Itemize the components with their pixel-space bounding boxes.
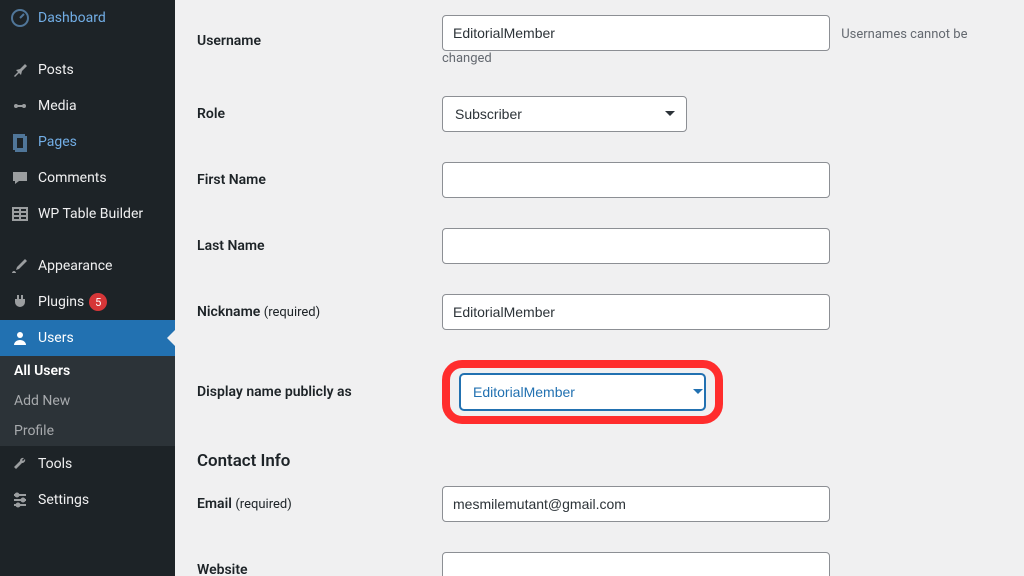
user-icon [10,328,30,348]
contact-info-heading: Contact Info [197,451,1002,471]
user-form-table: Username Usernames cannot be changed Rol… [197,0,1002,439]
menu-label: WP Table Builder [38,206,143,222]
plug-icon [10,292,30,312]
sliders-icon [10,490,30,510]
email-label: Email (required) [197,471,442,537]
first-name-input[interactable] [442,162,830,198]
website-label: Website [197,537,442,576]
website-input[interactable] [442,552,830,576]
menu-pages[interactable]: Pages [0,124,175,160]
menu-label: Media [38,98,77,114]
menu-label: Comments [38,170,107,186]
last-name-input[interactable] [442,228,830,264]
media-icon [10,96,30,116]
email-input[interactable] [442,486,830,522]
menu-media[interactable]: Media [0,88,175,124]
submenu-add-new[interactable]: Add New [0,386,175,416]
admin-sidebar: Dashboard Posts Media Pages Comments WP … [0,0,175,576]
pages-icon [10,132,30,152]
nickname-input[interactable] [442,294,830,330]
username-input [442,15,830,51]
last-name-label: Last Name [197,213,442,279]
menu-users[interactable]: Users [0,320,175,356]
users-submenu: All Users Add New Profile [0,356,175,446]
brush-icon [10,256,30,276]
menu-label: Tools [38,456,72,472]
pin-icon [10,60,30,80]
table-icon [10,204,30,224]
username-note: Usernames cannot be changed [442,27,967,66]
menu-comments[interactable]: Comments [0,160,175,196]
first-name-label: First Name [197,147,442,213]
role-select[interactable]: Subscriber [442,96,687,132]
display-name-label: Display name publicly as [197,345,442,439]
username-label: Username [197,0,442,81]
menu-label: Appearance [38,258,112,274]
menu-label: Settings [38,492,89,508]
dashboard-icon [10,8,30,28]
display-name-select[interactable]: EditorialMember [460,374,705,410]
menu-wp-table-builder[interactable]: WP Table Builder [0,196,175,232]
menu-label: Plugins [38,294,84,310]
display-name-highlight: EditorialMember [442,360,723,424]
plugin-update-badge: 5 [89,293,107,311]
menu-plugins[interactable]: Plugins 5 [0,284,175,320]
menu-settings[interactable]: Settings [0,482,175,518]
menu-posts[interactable]: Posts [0,52,175,88]
menu-appearance[interactable]: Appearance [0,248,175,284]
main-content: Username Usernames cannot be changed Rol… [175,0,1024,576]
menu-label: Posts [38,62,74,78]
menu-label: Pages [38,134,77,150]
contact-info-table: Email (required) Website [197,471,1002,576]
menu-tools[interactable]: Tools [0,446,175,482]
nickname-label: Nickname (required) [197,279,442,345]
wrench-icon [10,454,30,474]
menu-label: Users [38,330,74,346]
submenu-all-users[interactable]: All Users [0,356,175,386]
menu-dashboard[interactable]: Dashboard [0,0,175,36]
submenu-profile[interactable]: Profile [0,416,175,446]
role-label: Role [197,81,442,147]
comments-icon [10,168,30,188]
menu-label: Dashboard [38,10,106,26]
